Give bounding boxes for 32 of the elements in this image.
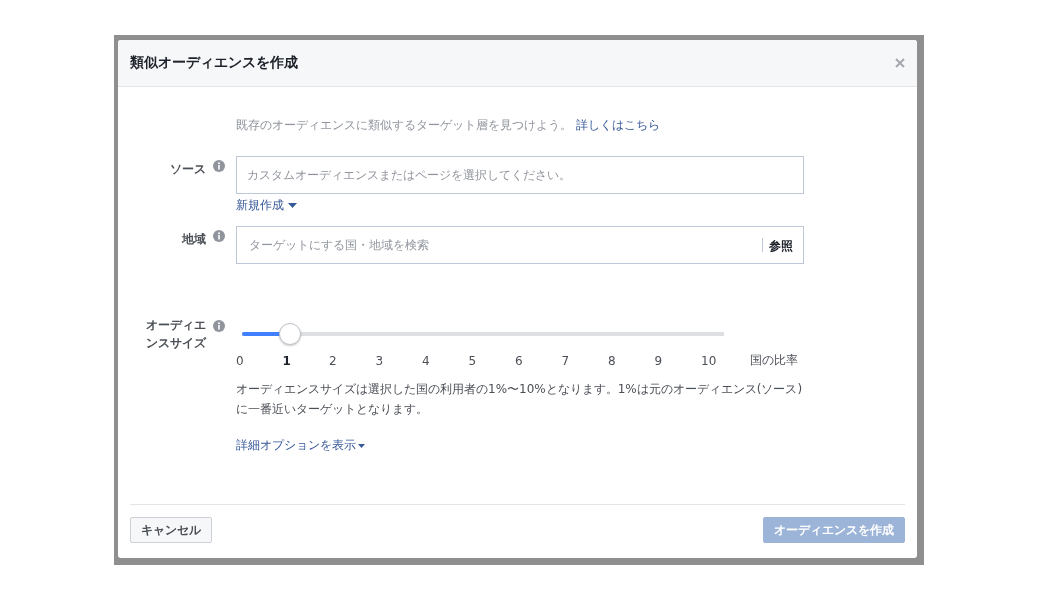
size-note: オーディエンスサイズは選択した国の利用者の1%〜10%となります。1%は元のオーディエンス(ソース)に一番近いターゲットとなります。 [236,381,804,418]
slider-tick-label: 6 [515,353,524,368]
caret-icon [358,443,365,448]
dialog-title: 類似オーディエンスを作成 [130,54,298,72]
intro-text: 既存のオーディエンスに類似するターゲット層を見つけよう。 [236,118,572,132]
browse-button[interactable]: 参照 [762,238,793,252]
field-label: ソース [169,161,206,178]
field-label: 地域 [180,231,206,248]
slider-tick-label: 8 [608,353,617,368]
slider-tick-label: 9 [654,353,664,368]
advanced-options-link[interactable]: 詳細オプションを表示 [236,437,356,454]
slider-tick-label: 1 [282,353,292,368]
create-new-link[interactable]: 新規作成 [236,197,284,214]
learn-more-link[interactable]: 詳しくはこちら [575,118,660,132]
caret-icon [288,203,297,208]
cancel-button[interactable]: キャンセル [130,517,212,543]
slider-tick-label: 10 [701,353,718,368]
info-icon[interactable] [213,160,225,172]
region-search-field[interactable]: ターゲットにする国・地域を検索 参照 [236,226,804,264]
close-icon[interactable] [895,58,905,68]
slider-tick-label: 0 [236,353,245,368]
slider-tick-label: 7 [561,353,571,368]
info-icon[interactable] [213,320,225,332]
field-label: オーディエンスサイズ [145,317,206,352]
slider-tick-label: 3 [375,353,385,368]
slider-tick-label: 5 [468,353,478,368]
slider-tick-label: 4 [422,353,431,368]
source-field[interactable]: カスタムオーディエンスまたはページを選択してください。 [236,156,804,194]
unit-label: 国の比率 [749,352,798,369]
slider-thumb[interactable] [279,323,302,345]
info-icon[interactable] [213,230,225,242]
slider-tick-label: 2 [329,353,338,368]
